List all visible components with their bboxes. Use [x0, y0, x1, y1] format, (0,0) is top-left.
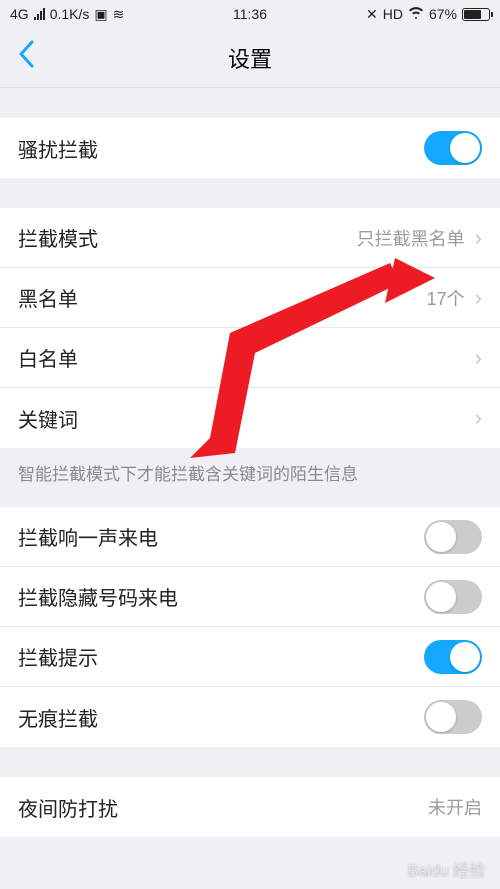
harassment-block-toggle[interactable] — [424, 131, 482, 165]
page-title: 设置 — [228, 42, 272, 74]
section-main-toggle: 骚扰拦截 — [0, 118, 500, 178]
row-traceless: 无痕拦截 — [0, 687, 500, 747]
row-block-mode[interactable]: 拦截模式 只拦截黑名单 › — [0, 208, 500, 268]
one-ring-label: 拦截响一声来电 — [18, 522, 158, 551]
blacklist-value: 17个 — [427, 285, 465, 311]
hidden-number-toggle[interactable] — [424, 580, 482, 614]
clock: 11:36 — [233, 6, 267, 22]
status-right: ✕ HD 67% — [366, 6, 490, 23]
keywords-label: 关键词 — [18, 404, 78, 433]
row-block-tip: 拦截提示 — [0, 627, 500, 687]
block-tip-label: 拦截提示 — [18, 642, 98, 671]
section-lists: 拦截模式 只拦截黑名单 › 黑名单 17个 › 白名单 › 关键词 › — [0, 208, 500, 448]
section-call-options: 拦截响一声来电 拦截隐藏号码来电 拦截提示 无痕拦截 — [0, 507, 500, 747]
section-night: 夜间防打扰 未开启 — [0, 777, 500, 837]
whitelist-label: 白名单 — [18, 343, 78, 372]
row-keywords[interactable]: 关键词 › — [0, 388, 500, 448]
db-icon: ≋ — [113, 6, 125, 23]
night-dnd-value: 未开启 — [428, 794, 482, 820]
keywords-hint: 智能拦截模式下才能拦截含关键词的陌生信息 — [0, 448, 500, 497]
speed-label: 0.1K/s — [50, 6, 90, 22]
mute-icon: ✕ — [366, 6, 378, 23]
block-tip-toggle[interactable] — [424, 640, 482, 674]
block-mode-label: 拦截模式 — [18, 223, 98, 252]
night-dnd-label: 夜间防打扰 — [18, 793, 118, 822]
hd-label: HD — [383, 6, 403, 22]
chevron-right-icon: › — [475, 405, 482, 431]
watermark: Baidu 经验 — [408, 857, 485, 881]
row-harassment-block: 骚扰拦截 — [0, 118, 500, 178]
row-hidden-number: 拦截隐藏号码来电 — [0, 567, 500, 627]
traceless-label: 无痕拦截 — [18, 703, 98, 732]
row-one-ring: 拦截响一声来电 — [0, 507, 500, 567]
network-label: 4G — [10, 6, 29, 22]
row-blacklist[interactable]: 黑名单 17个 › — [0, 268, 500, 328]
row-night-dnd[interactable]: 夜间防打扰 未开启 — [0, 777, 500, 837]
chevron-right-icon: › — [475, 285, 482, 311]
chevron-right-icon: › — [475, 225, 482, 251]
signal-icon — [34, 8, 45, 20]
battery-label: 67% — [429, 6, 457, 22]
battery-icon — [462, 8, 490, 21]
header: 设置 — [0, 28, 500, 88]
row-whitelist[interactable]: 白名单 › — [0, 328, 500, 388]
card-icon: ▣ — [94, 6, 107, 23]
traceless-toggle[interactable] — [424, 700, 482, 734]
blacklist-label: 黑名单 — [18, 283, 78, 312]
status-left: 4G 0.1K/s ▣ ≋ — [10, 6, 124, 23]
harassment-block-label: 骚扰拦截 — [18, 134, 98, 163]
chevron-right-icon: › — [475, 345, 482, 371]
status-bar: 4G 0.1K/s ▣ ≋ 11:36 ✕ HD 67% — [0, 0, 500, 28]
hidden-number-label: 拦截隐藏号码来电 — [18, 582, 178, 611]
block-mode-value: 只拦截黑名单 — [357, 225, 465, 251]
one-ring-toggle[interactable] — [424, 520, 482, 554]
wifi-icon — [408, 6, 424, 22]
back-button[interactable] — [18, 40, 34, 76]
